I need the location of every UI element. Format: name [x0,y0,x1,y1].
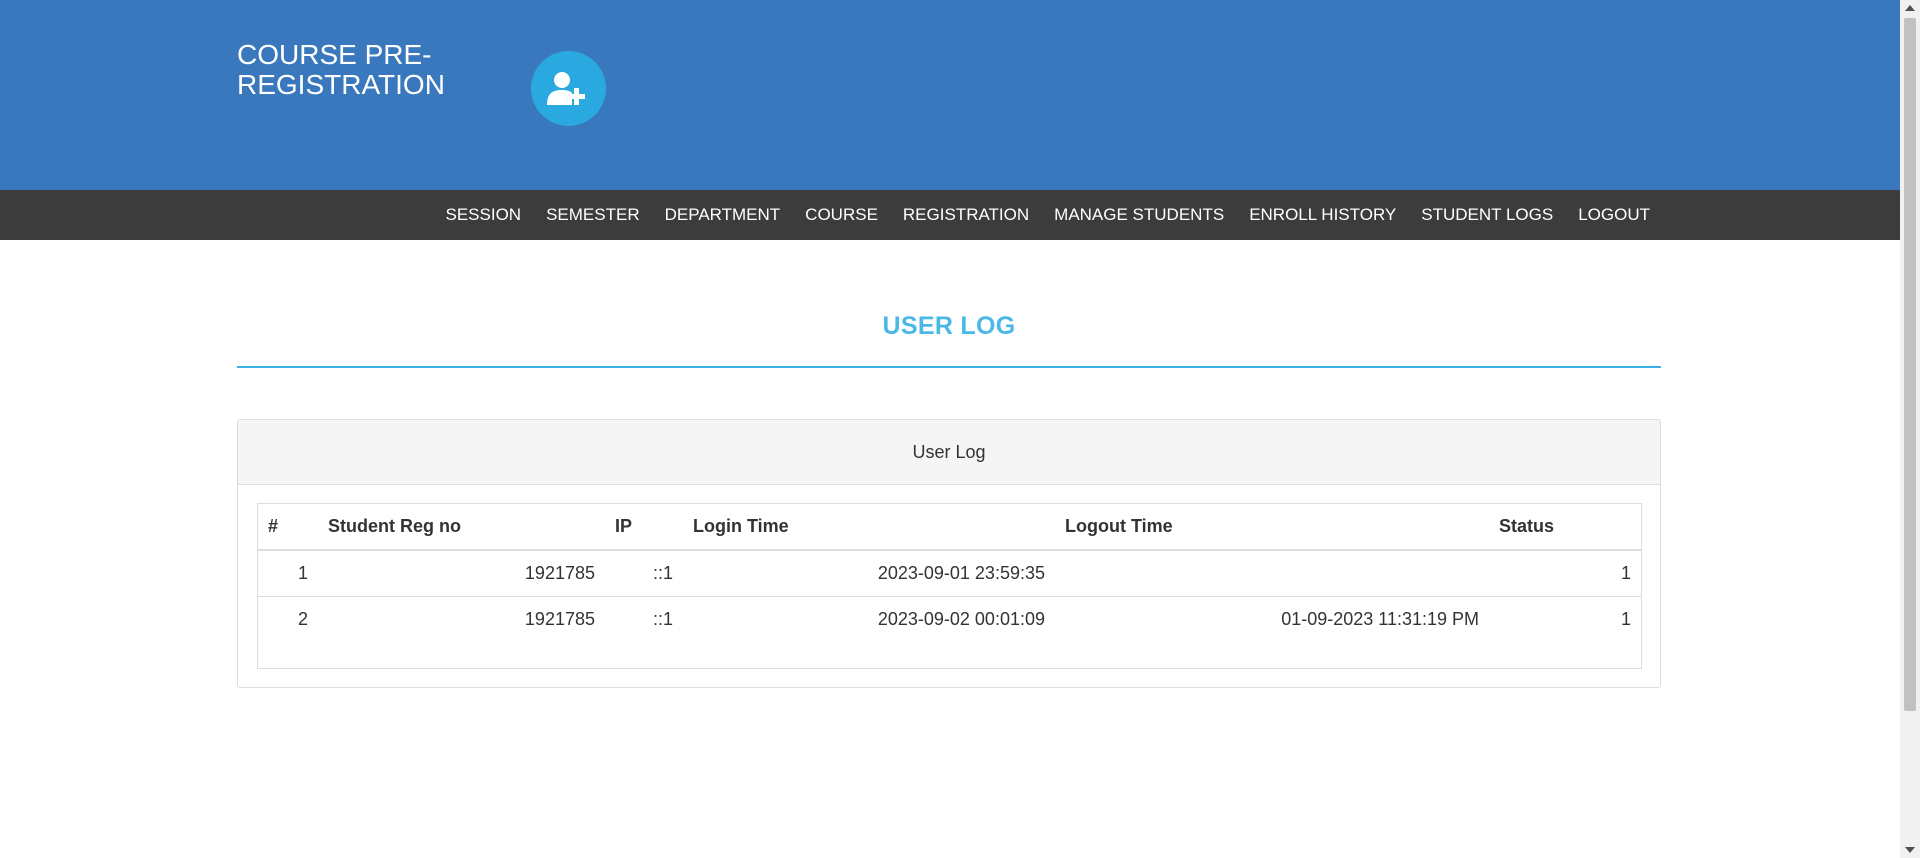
cell-status: 1 [1620,609,1631,629]
table-header-row: # Student Reg no IP Login Time Logout Ti… [258,504,1641,551]
cell-login-time: 2023-09-02 00:01:09 [877,609,1045,629]
nav-item-logout[interactable]: LOGOUT [1578,205,1650,225]
nav-item-department[interactable]: DEPARTMENT [665,205,781,225]
main-navbar: SESSION SEMESTER DEPARTMENT COURSE REGIS… [0,190,1900,240]
user-plus-icon [546,71,585,105]
logo-badge [531,51,606,126]
cell-status: 1 [1489,550,1641,597]
scroll-thumb[interactable] [1904,18,1916,711]
col-header-index: # [258,504,318,551]
cell-logout-time: 01-09-2023 11:31:19 PM [1281,609,1479,629]
scroll-up-icon[interactable] [1905,5,1915,11]
nav-item-student-logs[interactable]: STUDENT LOGS [1421,205,1553,225]
nav-item-session[interactable]: SESSION [446,205,522,225]
col-header-logout-time: Logout Time [1055,504,1489,551]
scroll-down-icon[interactable] [1905,847,1915,853]
cell-student-reg-no: 1921785 [318,550,605,597]
panel-heading: User Log [238,420,1660,485]
user-log-panel: User Log # Student Reg no IP Login Time … [237,419,1661,688]
nav-menu: SESSION SEMESTER DEPARTMENT COURSE REGIS… [446,190,1651,240]
page-scrollbar[interactable] [1900,0,1920,858]
page-title: USER LOG [882,312,1016,340]
nav-item-registration[interactable]: REGISTRATION [903,205,1029,225]
site-header: COURSE PRE-REGISTRATION [0,0,1900,190]
table-row: 1 1921785 ::1 2023-09-01 23:59:35 1 [258,550,1641,597]
nav-item-course[interactable]: COURSE [805,205,878,225]
site-title[interactable]: COURSE PRE-REGISTRATION [237,40,477,100]
nav-item-semester[interactable]: SEMESTER [546,205,640,225]
col-header-status: Status [1489,504,1641,551]
cell-index: 2 [297,609,308,629]
table-row: 2 1921785 ::1 2023-09-02 00:01:09 01-09-… [258,597,1641,643]
cell-login-time: 2023-09-01 23:59:35 [683,550,1055,597]
title-divider [237,366,1661,368]
cell-ip: ::1 [652,609,673,629]
nav-item-manage-students[interactable]: MANAGE STUDENTS [1054,205,1224,225]
cell-ip: ::1 [605,550,683,597]
cell-student-reg-no: 1921785 [524,609,595,629]
col-header-student-reg-no: Student Reg no [318,504,605,551]
cell-logout-time [1055,550,1489,597]
user-log-table: # Student Reg no IP Login Time Logout Ti… [258,504,1641,642]
user-log-table-wrapper: # Student Reg no IP Login Time Logout Ti… [257,503,1642,669]
col-header-login-time: Login Time [683,504,1055,551]
nav-item-enroll-history[interactable]: ENROLL HISTORY [1249,205,1396,225]
col-header-ip: IP [605,504,683,551]
cell-index: 1 [258,550,318,597]
